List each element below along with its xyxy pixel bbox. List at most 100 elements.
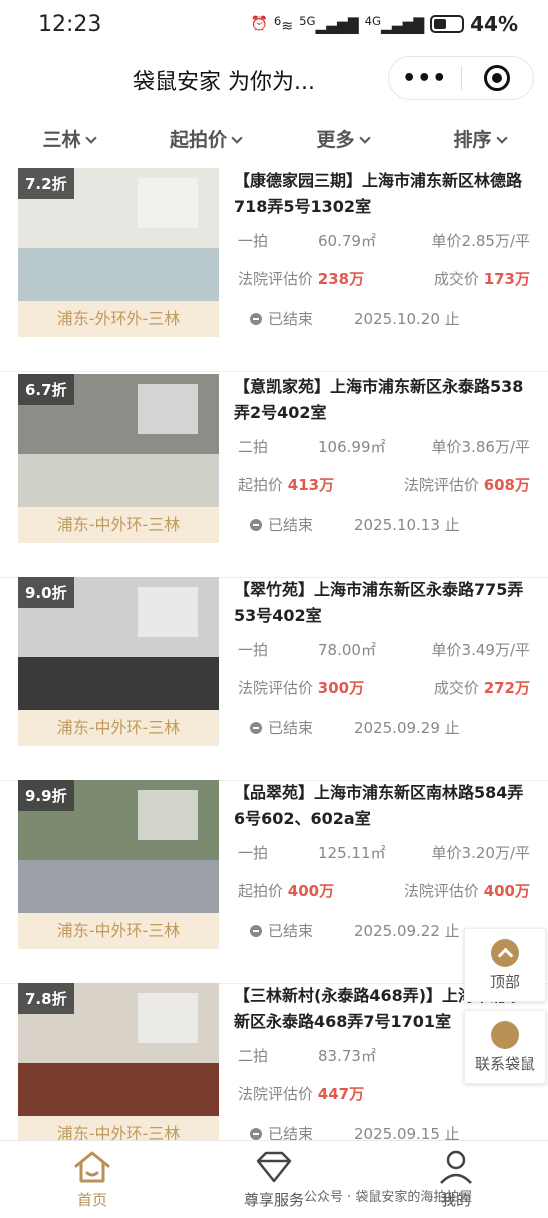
filter-bar: 三林 起拍价 更多 排序 (0, 112, 548, 168)
discount-badge: 7.8折 (18, 983, 74, 1014)
home-icon (74, 1151, 110, 1183)
listing-info: 【康德家园三期】上海市浦东新区林德路718弄5号1302室一拍 60.79㎡ 单价2… (234, 168, 534, 328)
watermark: 公众号 · 袋鼠安家的海拍拍屋 (304, 1190, 473, 1205)
listing-size: 78.00㎡ (318, 641, 376, 659)
listing-info: 【品翠苑】上海市浦东新区南林路584弄6号602、602a室一拍 125.11㎡ 单… (234, 780, 534, 940)
contact-button[interactable]: 联系袋鼠 (464, 1010, 546, 1084)
listing-end-date: 2025.10.20 止 (354, 310, 460, 328)
price-label-right: 成交价 (433, 270, 479, 288)
contact-label: 联系袋鼠 (474, 1055, 535, 1073)
unit-price: 单价3.20万/平 (431, 844, 530, 862)
battery-icon (430, 15, 465, 33)
listing-row-2: 法院评估价 300万 成交价 272万 (238, 677, 530, 698)
battery-percent: 44% (470, 12, 518, 36)
auction-round: 一拍 (238, 641, 269, 659)
chevron-down-icon (84, 132, 97, 144)
listing-row-1: 一拍 60.79㎡ 单价2.85万/平 (238, 230, 530, 251)
listing-status: 已结束 (268, 310, 314, 328)
area-tag: 浦东-外环外-三林 (18, 301, 219, 337)
listing-status-row: 已结束 2025.10.13 止 (250, 514, 542, 535)
price-label-left: 法院评估价 (238, 1085, 314, 1103)
ended-icon (250, 722, 262, 734)
more-button[interactable]: ••• (389, 66, 461, 91)
listing-size: 106.99㎡ (318, 438, 386, 456)
chevron-down-icon (231, 132, 243, 144)
auction-round: 一拍 (238, 844, 269, 862)
signal-5g-icon: 5G▂▄▆█ (299, 13, 359, 35)
tab-bar: 首页 尊享服务 我的 (0, 1140, 548, 1218)
unit-price: 单价3.86万/平 (431, 438, 530, 456)
floating-actions: 顶部 联系袋鼠 (464, 928, 546, 1092)
price-value-right: 608万 (483, 476, 530, 494)
area-tag: 浦东-中外环-三林 (18, 1116, 219, 1140)
chevron-down-icon (358, 132, 371, 144)
area-tag: 浦东-中外环-三林 (18, 507, 219, 543)
signal-4g-icon: 4G▂▄▆█ (364, 13, 425, 35)
auction-round: 一拍 (238, 232, 269, 250)
listing-row-1: 二拍 106.99㎡ 单价3.86万/平 (238, 436, 530, 457)
listing-card[interactable]: 7.2折 浦东-外环外-三林 【康德家园三期】上海市浦东新区林德路718弄5号130… (0, 168, 548, 372)
price-value-right: 173万 (483, 270, 530, 288)
listing-title: 【康德家园三期】上海市浦东新区林德路718弄5号1302室 (234, 171, 523, 216)
miniprogram-capsule: ••• (388, 56, 534, 100)
price-label-left: 起拍价 (238, 882, 284, 900)
listing-row-2: 法院评估价 238万 成交价 173万 (238, 268, 530, 289)
status-time: 12:23 (38, 12, 102, 37)
discount-badge: 9.9折 (18, 780, 74, 811)
unit-price: 单价2.85万/平 (431, 232, 530, 250)
price-value-right: 400万 (483, 882, 530, 900)
listing-status-row: 已结束 2025.10.20 止 (250, 308, 542, 329)
listing-card[interactable]: 9.0折浦东-中外环-三林 【翠竹苑】上海市浦东新区永泰路775弄53号402室一… (0, 577, 548, 781)
price-value-left: 238万 (317, 270, 365, 288)
listing-photo: 7.8折 (18, 983, 219, 1116)
discount-badge: 6.7折 (18, 374, 74, 405)
listing-status-row: 已结束 2025.09.15 止 (250, 1123, 542, 1140)
arrow-up-icon (491, 939, 519, 967)
area-tag: 浦东-中外环-三林 (18, 710, 219, 746)
auction-round: 二拍 (238, 438, 269, 456)
listing-photo: 6.7折 (18, 374, 219, 507)
discount-badge: 9.0折 (18, 577, 74, 608)
listing-status: 已结束 (268, 719, 314, 737)
listing-row-1: 一拍 78.00㎡ 单价3.49万/平 (238, 639, 530, 660)
ended-icon (250, 1128, 262, 1140)
filter-sort[interactable]: 排序 (411, 112, 548, 168)
price-label-left: 法院评估价 (238, 270, 314, 288)
listing-end-date: 2025.10.13 止 (354, 516, 460, 534)
price-label-right: 成交价 (433, 679, 479, 697)
tab-home-label: 首页 (76, 1191, 107, 1209)
price-label-left: 法院评估价 (238, 679, 314, 697)
title-bar: 袋鼠安家 为你为... ••• (0, 52, 548, 108)
listing-card[interactable]: 6.7折 浦东-中外环-三林 【意凯家苑】上海市浦东新区永泰路538弄2号402室二… (0, 374, 548, 578)
target-icon (484, 65, 511, 91)
listing-title: 【意凯家苑】上海市浦东新区永泰路538弄2号402室 (234, 377, 524, 422)
listing-row-1: 一拍 125.11㎡ 单价3.20万/平 (238, 842, 530, 863)
listing-size: 125.11㎡ (318, 844, 386, 862)
price-value-left: 447万 (317, 1085, 365, 1103)
tab-home[interactable]: 首页 (32, 1149, 152, 1210)
listing-photo: 9.0折 (18, 577, 219, 710)
listing-end-date: 2025.09.22 止 (354, 922, 460, 940)
discount-badge: 7.2折 (18, 168, 74, 199)
listing-row-2: 起拍价 400万 法院评估价 400万 (238, 880, 530, 901)
filter-more[interactable]: 更多 (274, 112, 411, 168)
status-icons: ⏰ 6≋ 5G▂▄▆█ 4G▂▄▆█ 44% (250, 12, 518, 36)
filter-start-price[interactable]: 起拍价 (137, 112, 274, 168)
price-label-right: 法院评估价 (403, 882, 479, 900)
listing-title: 【翠竹苑】上海市浦东新区永泰路775弄53号402室 (234, 580, 524, 625)
diamond-icon (256, 1151, 292, 1183)
filter-district[interactable]: 三林 (0, 112, 137, 168)
back-to-top-label: 顶部 (489, 973, 520, 991)
auction-round: 二拍 (238, 1047, 269, 1065)
ended-icon (250, 519, 262, 531)
listing-info: 【意凯家苑】上海市浦东新区永泰路538弄2号402室二拍 106.99㎡ 单价3.8… (234, 374, 534, 534)
listing-title: 【品翠苑】上海市浦东新区南林路584弄6号602、602a室 (234, 783, 524, 828)
listing-end-date: 2025.09.15 止 (354, 1125, 460, 1140)
status-bar: 12:23 ⏰ 6≋ 5G▂▄▆█ 4G▂▄▆█ 44% (0, 0, 548, 52)
listing-photo: 7.2折 (18, 168, 219, 301)
listing-size: 60.79㎡ (318, 232, 376, 250)
listing-end-date: 2025.09.29 止 (354, 719, 460, 737)
price-value-left: 413万 (287, 476, 335, 494)
close-button[interactable] (462, 65, 534, 91)
back-to-top-button[interactable]: 顶部 (464, 928, 546, 1002)
